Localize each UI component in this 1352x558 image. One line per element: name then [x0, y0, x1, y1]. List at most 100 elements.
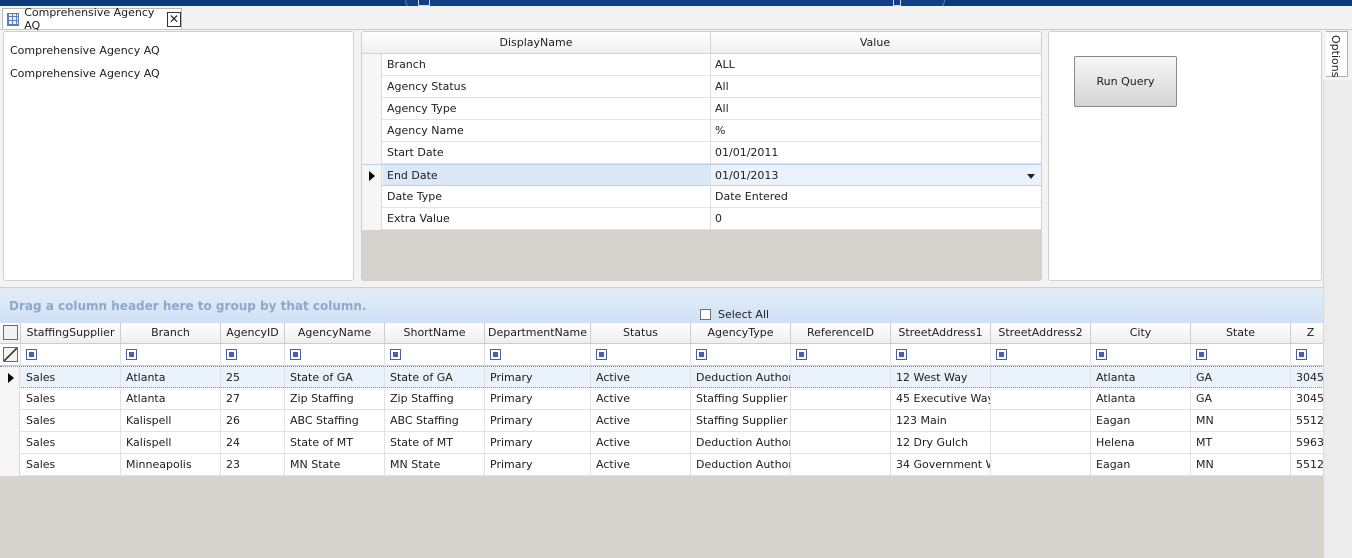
filter-icon[interactable] — [1096, 349, 1107, 360]
table-row[interactable]: Sales Kalispell 26 ABC Staffing ABC Staffing… — [0, 410, 1323, 432]
table-cell[interactable]: Primary — [485, 410, 591, 432]
table-cell[interactable]: Minneapolis — [121, 454, 221, 476]
table-cell[interactable]: MN — [1191, 454, 1291, 476]
table-cell[interactable]: Atlanta — [1091, 388, 1191, 410]
table-cell[interactable]: Staffing Supplier — [691, 410, 791, 432]
parameter-value[interactable]: 0 — [715, 208, 722, 230]
column-header-displayname[interactable]: DisplayName — [362, 32, 711, 54]
table-cell[interactable]: 25 — [221, 367, 285, 389]
table-cell[interactable]: Primary — [485, 454, 591, 476]
filter-icon[interactable] — [126, 349, 137, 360]
column-header-city[interactable]: City — [1091, 323, 1191, 344]
table-cell[interactable]: Deduction Author — [691, 432, 791, 454]
options-side-tab[interactable]: Options — [1326, 31, 1348, 77]
column-header-agencytype[interactable]: AgencyType — [691, 323, 791, 344]
table-cell[interactable]: MN State — [285, 454, 385, 476]
table-cell[interactable]: 30450 — [1291, 388, 1323, 410]
filter-icon[interactable] — [490, 349, 501, 360]
filter-cell[interactable] — [21, 344, 121, 366]
table-cell[interactable] — [991, 388, 1091, 410]
parameter-row[interactable]: Start Date 01/01/2011 — [362, 142, 1041, 164]
row-indicator[interactable] — [362, 208, 382, 230]
table-cell[interactable]: Sales — [21, 388, 121, 410]
table-cell[interactable]: 26 — [221, 410, 285, 432]
row-indicator[interactable] — [0, 410, 20, 432]
table-cell[interactable]: Active — [591, 432, 691, 454]
row-indicator[interactable] — [362, 76, 382, 98]
column-header-value[interactable]: Value — [711, 32, 1039, 54]
table-cell[interactable]: Kalispell — [121, 410, 221, 432]
table-cell[interactable]: Primary — [485, 388, 591, 410]
filter-cell[interactable] — [385, 344, 485, 366]
table-cell[interactable]: 23 — [221, 454, 285, 476]
filter-icon[interactable] — [596, 349, 607, 360]
parameter-value[interactable]: ALL — [715, 54, 735, 76]
table-cell[interactable]: GA — [1191, 388, 1291, 410]
table-cell[interactable] — [791, 410, 891, 432]
table-cell[interactable]: ABC Staffing — [285, 410, 385, 432]
filter-cell[interactable] — [691, 344, 791, 366]
table-cell[interactable] — [991, 454, 1091, 476]
table-cell[interactable]: Deduction Author — [691, 367, 791, 389]
chevron-down-icon[interactable] — [1027, 174, 1035, 179]
row-indicator[interactable] — [362, 165, 382, 187]
parameter-row[interactable]: Agency Type All — [362, 98, 1041, 120]
table-cell[interactable]: Staffing Supplier — [691, 388, 791, 410]
parameter-row[interactable]: Agency Status All — [362, 76, 1041, 98]
table-cell[interactable]: State of MT — [385, 432, 485, 454]
filter-cell[interactable] — [791, 344, 891, 366]
parameter-row[interactable]: Extra Value 0 — [362, 208, 1041, 230]
table-cell[interactable]: 12 West Way — [891, 367, 991, 389]
parameter-value[interactable]: All — [715, 98, 729, 120]
column-header-departmentname[interactable]: DepartmentName — [485, 323, 591, 344]
row-indicator[interactable] — [362, 54, 382, 76]
table-cell[interactable]: 45 Executive Way — [891, 388, 991, 410]
filter-cell[interactable] — [1291, 344, 1323, 366]
row-indicator[interactable] — [362, 120, 382, 142]
column-header-agencyname[interactable]: AgencyName — [285, 323, 385, 344]
table-cell[interactable]: Sales — [21, 367, 121, 389]
filter-clear-button[interactable] — [0, 344, 21, 366]
filter-icon[interactable] — [996, 349, 1007, 360]
filter-cell[interactable] — [1091, 344, 1191, 366]
column-header-branch[interactable]: Branch — [121, 323, 221, 344]
table-cell[interactable] — [791, 454, 891, 476]
table-cell[interactable]: MN State — [385, 454, 485, 476]
table-cell[interactable]: State of GA — [385, 367, 485, 389]
filter-cell[interactable] — [591, 344, 691, 366]
table-cell[interactable] — [991, 410, 1091, 432]
table-cell[interactable] — [991, 367, 1091, 389]
filter-icon[interactable] — [390, 349, 401, 360]
table-cell[interactable]: Eagan — [1091, 454, 1191, 476]
filter-icon[interactable] — [896, 349, 907, 360]
table-cell[interactable] — [791, 367, 891, 389]
table-cell[interactable]: Atlanta — [121, 367, 221, 389]
table-row[interactable]: Sales Minneapolis 23 MN State MN State Primar… — [0, 454, 1323, 476]
table-cell[interactable]: 27 — [221, 388, 285, 410]
column-header-streetaddress2[interactable]: StreetAddress2 — [991, 323, 1091, 344]
table-cell[interactable]: 55121 — [1291, 410, 1323, 432]
table-cell[interactable]: Zip Staffing — [385, 388, 485, 410]
column-chooser-button[interactable] — [0, 323, 21, 344]
table-cell[interactable]: Eagan — [1091, 410, 1191, 432]
table-cell[interactable] — [791, 388, 891, 410]
column-header-referenceid[interactable]: ReferenceID — [791, 323, 891, 344]
select-all-checkbox[interactable]: Select All — [700, 308, 769, 321]
column-header-streetaddress1[interactable]: StreetAddress1 — [891, 323, 991, 344]
filter-icon[interactable] — [290, 349, 301, 360]
table-cell[interactable]: 30450 — [1291, 367, 1323, 389]
table-cell[interactable]: Primary — [485, 432, 591, 454]
table-cell[interactable]: Active — [591, 454, 691, 476]
table-cell[interactable]: MN — [1191, 410, 1291, 432]
parameter-row[interactable]: Date Type Date Entered — [362, 186, 1041, 208]
table-cell[interactable]: 59635 — [1291, 432, 1323, 454]
table-cell[interactable]: State of MT — [285, 432, 385, 454]
parameter-value[interactable]: All — [715, 76, 729, 98]
table-cell[interactable]: Sales — [21, 410, 121, 432]
filter-icon[interactable] — [26, 349, 37, 360]
tab-comprehensive-agency-aq[interactable]: Comprehensive Agency AQ ✕ — [2, 6, 182, 32]
vertical-scrollbar[interactable] — [1323, 80, 1352, 558]
checkbox-icon[interactable] — [700, 309, 711, 320]
table-cell[interactable]: Deduction Author — [691, 454, 791, 476]
row-indicator[interactable] — [362, 186, 382, 208]
